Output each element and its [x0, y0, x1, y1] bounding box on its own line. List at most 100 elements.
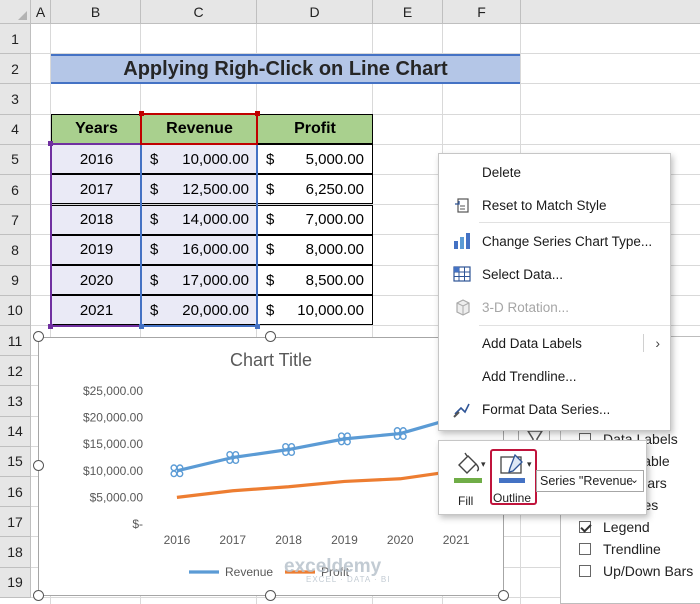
menu-item-add-trendline[interactable]: Add Trendline...: [439, 361, 670, 391]
cell-revenue[interactable]: $14,000.00: [141, 204, 258, 235]
row-header-18[interactable]: 18: [0, 537, 31, 568]
row-header-17[interactable]: 17: [0, 507, 31, 538]
row-header-12[interactable]: 12: [0, 356, 31, 387]
chart-resize-handle[interactable]: [265, 331, 276, 342]
range-handle[interactable]: [139, 111, 144, 116]
chart-resize-handle[interactable]: [33, 590, 44, 601]
series-line-profit[interactable]: [176, 469, 457, 499]
y-tick-label: $15,000.00: [83, 437, 143, 451]
row-header-6[interactable]: 6: [0, 175, 31, 206]
chart-resize-handle[interactable]: [33, 460, 44, 471]
menu-item-format-data-series[interactable]: Format Data Series...: [439, 394, 670, 424]
column-header-e[interactable]: E: [373, 0, 443, 24]
cell-year[interactable]: 2019: [51, 234, 142, 265]
menu-item-reset-to-match-style[interactable]: Reset to Match Style: [439, 190, 670, 220]
chevron-down-icon: ⌄: [629, 474, 639, 486]
cell-year[interactable]: 2017: [51, 174, 142, 205]
row-header-15[interactable]: 15: [0, 446, 31, 477]
table-header-profit[interactable]: Profit: [257, 114, 373, 144]
row-header-13[interactable]: 13: [0, 386, 31, 417]
menu-separator: [479, 325, 670, 326]
row-header-16[interactable]: 16: [0, 477, 31, 508]
cell-revenue[interactable]: $16,000.00: [141, 234, 258, 265]
currency-symbol: $: [266, 150, 275, 168]
row-header-5[interactable]: 5: [0, 144, 31, 175]
table-header-revenue[interactable]: Revenue: [141, 114, 258, 144]
currency-symbol: $: [150, 241, 159, 259]
row-header-2[interactable]: 2: [0, 54, 31, 85]
cell-year[interactable]: 2016: [51, 144, 142, 175]
cell-profit[interactable]: $8,500.00: [257, 265, 373, 295]
chart-resize-handle[interactable]: [33, 331, 44, 342]
row-header-9[interactable]: 9: [0, 265, 31, 296]
select-all-corner[interactable]: [0, 0, 31, 24]
chart-resize-handle[interactable]: [498, 590, 509, 601]
row-header-19[interactable]: 19: [0, 567, 31, 598]
column-header-f[interactable]: F: [443, 0, 521, 24]
select-all-triangle-icon: [18, 11, 27, 20]
row-header-7[interactable]: 7: [0, 205, 31, 236]
chart-resize-handle[interactable]: [265, 590, 276, 601]
cell-revenue[interactable]: $17,000.00: [141, 265, 258, 295]
legend-label[interactable]: Revenue: [225, 565, 273, 579]
currency-symbol: $: [266, 271, 275, 289]
chart-element-trendline[interactable]: Trendline: [579, 541, 661, 557]
chart-element-legend[interactable]: Legend: [579, 519, 650, 535]
checkbox[interactable]: [579, 565, 591, 577]
cell-profit[interactable]: $5,000.00: [257, 144, 373, 175]
menu-item-add-data-labels[interactable]: Add Data Labels ›: [439, 328, 670, 358]
submenu-divider: [643, 334, 644, 352]
menu-item-select-data[interactable]: Select Data...: [439, 259, 670, 289]
select-data-icon: [452, 264, 472, 284]
currency-symbol: $: [150, 301, 159, 319]
profit-value: 7,000.00: [305, 211, 364, 229]
range-handle[interactable]: [48, 141, 53, 146]
column-header-c[interactable]: C: [141, 0, 257, 24]
cell-year[interactable]: 2020: [51, 265, 142, 295]
cell-profit[interactable]: $8,000.00: [257, 234, 373, 265]
row-header-4[interactable]: 4: [0, 114, 31, 145]
profit-value: 5,000.00: [305, 150, 364, 168]
series-line-revenue[interactable]: [176, 416, 457, 473]
chart-plot[interactable]: $25,000.00 $20,000.00 $15,000.00 $10,000.00…: [39, 338, 505, 597]
range-handle[interactable]: [255, 324, 260, 329]
chart-element-up-down-bars[interactable]: Up/Down Bars: [579, 563, 693, 579]
cell-revenue[interactable]: $20,000.00: [141, 295, 258, 326]
column-header-a[interactable]: A: [31, 0, 51, 24]
cell-year[interactable]: 2018: [51, 204, 142, 235]
x-tick-label: 2016: [164, 533, 191, 547]
checkbox[interactable]: [579, 543, 591, 555]
y-tick-label: $5,000.00: [90, 490, 144, 504]
currency-symbol: $: [266, 211, 275, 229]
range-handle[interactable]: [139, 324, 144, 329]
range-handle[interactable]: [48, 324, 53, 329]
row-header-3[interactable]: 3: [0, 84, 31, 115]
cell-revenue[interactable]: $12,500.00: [141, 174, 258, 205]
range-handle[interactable]: [255, 111, 260, 116]
cell-year[interactable]: 2021: [51, 295, 142, 326]
cell-revenue[interactable]: $10,000.00: [141, 144, 258, 175]
row-header-8[interactable]: 8: [0, 235, 31, 266]
column-header-d[interactable]: D: [257, 0, 373, 24]
row-header-11[interactable]: 11: [0, 326, 31, 357]
cell-profit[interactable]: $10,000.00: [257, 295, 373, 326]
cell-profit[interactable]: $7,000.00: [257, 204, 373, 235]
menu-item-delete[interactable]: Delete: [439, 157, 670, 187]
fill-dropdown-chevron-icon[interactable]: ▾: [481, 459, 486, 470]
row-header-1[interactable]: 1: [0, 24, 31, 55]
menu-separator: [479, 222, 670, 223]
line-chart[interactable]: Chart Title $25,000.00 $20,000.00 $15,000.…: [38, 337, 504, 596]
menu-item-change-series-chart-type[interactable]: Change Series Chart Type...: [439, 226, 670, 256]
chart-type-icon: [452, 231, 472, 251]
cell-profit[interactable]: $6,250.00: [257, 174, 373, 205]
row-header-10[interactable]: 10: [0, 295, 31, 326]
revenue-value: 16,000.00: [182, 241, 249, 259]
currency-symbol: $: [266, 241, 275, 259]
menu-item-label: Change Series Chart Type...: [482, 233, 653, 249]
table-header-years[interactable]: Years: [51, 114, 142, 144]
watermark-tagline: EXCEL · DATA · BI: [306, 575, 391, 584]
series-selector[interactable]: Series "Revenue" ⌄: [536, 470, 644, 492]
row-header-14[interactable]: 14: [0, 416, 31, 447]
checkbox[interactable]: [579, 521, 591, 533]
column-header-b[interactable]: B: [51, 0, 141, 24]
